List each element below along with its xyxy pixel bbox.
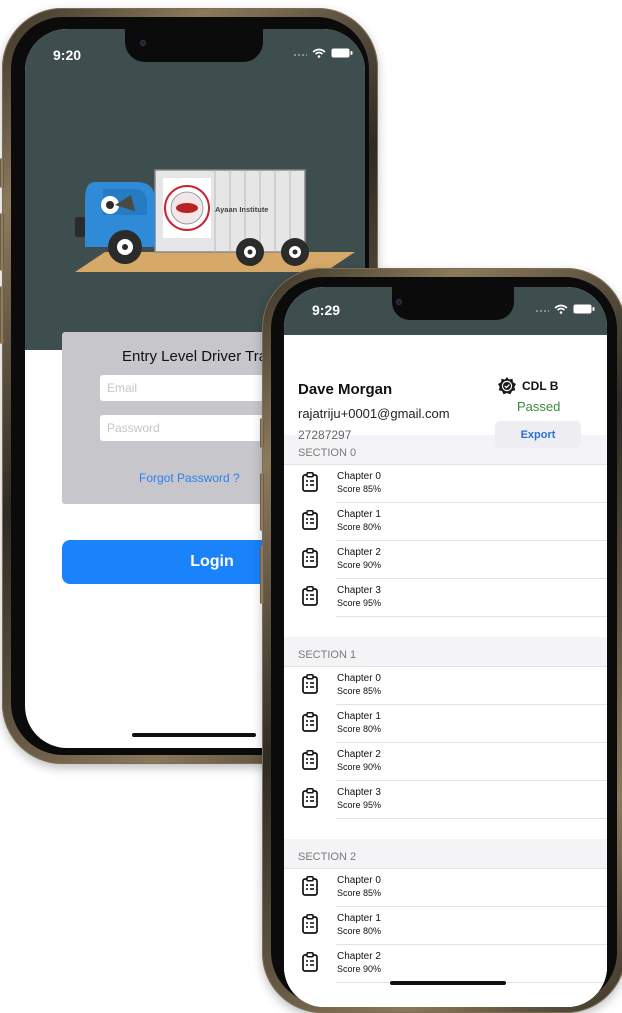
- clipboard-checklist-icon: [302, 876, 318, 901]
- chapter-name: Chapter 1: [337, 913, 381, 924]
- chapter-row[interactable]: Chapter 1 Score 80%: [284, 503, 607, 541]
- clipboard-checklist-icon: [302, 472, 318, 497]
- chapter-name: Chapter 0: [337, 875, 381, 886]
- section-divider: [284, 666, 607, 667]
- volume-down-button: [0, 286, 4, 344]
- chapter-score: Score 90%: [337, 762, 382, 772]
- chapter-score: Score 80%: [337, 926, 382, 936]
- chapter-score: Score 85%: [337, 888, 382, 898]
- chapter-score: Score 90%: [337, 560, 382, 570]
- chapter-name: Chapter 1: [337, 509, 381, 520]
- wifi-icon: [312, 48, 326, 58]
- mute-switch: [0, 158, 4, 188]
- chapter-row[interactable]: Chapter 2 Score 90%: [284, 743, 607, 781]
- chapter-score: Score 80%: [337, 724, 382, 734]
- status-time: 9:20: [53, 47, 82, 63]
- truck-illustration: Ayaan Institute: [75, 169, 355, 272]
- chapter-name: Chapter 3: [337, 787, 381, 798]
- cellular-signal-icon: [536, 310, 549, 312]
- certificate-badge-icon: [498, 377, 516, 395]
- clipboard-checklist-icon: [302, 750, 318, 775]
- clipboard-checklist-icon: [302, 548, 318, 573]
- section-divider: [284, 464, 607, 465]
- status-icons: [535, 304, 595, 314]
- home-indicator: [132, 733, 256, 737]
- row-divider: [336, 818, 607, 819]
- section-header: SECTION 1: [298, 649, 357, 661]
- chapter-row[interactable]: Chapter 2 Score 90%: [284, 945, 607, 983]
- cellular-signal-icon: [294, 54, 307, 56]
- front-camera: [396, 299, 402, 305]
- volume-down-button: [260, 546, 264, 604]
- license-status: Passed: [517, 399, 561, 414]
- chapter-score: Score 85%: [337, 484, 382, 494]
- chapter-row[interactable]: Chapter 3 Score 95%: [284, 579, 607, 617]
- export-button[interactable]: Export: [495, 421, 581, 448]
- user-name: Dave Morgan: [298, 381, 393, 398]
- section-header: SECTION 2: [298, 851, 357, 863]
- chapter-name: Chapter 0: [337, 471, 381, 482]
- chapter-row[interactable]: Chapter 0 Score 85%: [284, 869, 607, 907]
- phone-notch: [125, 29, 263, 62]
- truck-bumper: [75, 217, 85, 237]
- clipboard-checklist-icon: [302, 788, 318, 813]
- results-phone-frame: 9:29 SECTION 0 Chapter 0 Score 85% Chapter …: [260, 268, 622, 1013]
- chapter-score: Score 95%: [337, 598, 382, 608]
- clipboard-checklist-icon: [302, 510, 318, 535]
- clipboard-checklist-icon: [302, 674, 318, 699]
- chapter-name: Chapter 3: [337, 585, 381, 596]
- chapter-row[interactable]: Chapter 2 Score 90%: [284, 541, 607, 579]
- chapter-row[interactable]: Chapter 1 Score 80%: [284, 705, 607, 743]
- clipboard-checklist-icon: [302, 914, 318, 939]
- chapter-name: Chapter 0: [337, 673, 381, 684]
- section-divider: [284, 868, 607, 869]
- license-class: CDL B: [522, 379, 559, 393]
- forgot-password-link[interactable]: Forgot Password ?: [139, 471, 240, 485]
- license-badge: CDL B: [498, 377, 558, 395]
- chapter-score: Score 95%: [337, 800, 382, 810]
- clipboard-checklist-icon: [302, 586, 318, 611]
- chapter-row[interactable]: Chapter 0 Score 85%: [284, 465, 607, 503]
- user-id: 27287297: [298, 428, 352, 442]
- wifi-icon: [554, 304, 568, 314]
- chapter-score: Score 80%: [337, 522, 382, 532]
- truck-sign-text: Ayaan Institute: [215, 205, 268, 214]
- chapter-score: Score 85%: [337, 686, 382, 696]
- chapter-row[interactable]: Chapter 1 Score 80%: [284, 907, 607, 945]
- row-divider: [336, 616, 607, 617]
- mute-switch: [260, 418, 264, 448]
- volume-up-button: [260, 473, 264, 531]
- chapter-row[interactable]: Chapter 3 Score 95%: [284, 781, 607, 819]
- front-camera: [140, 40, 146, 46]
- battery-icon: [573, 304, 595, 314]
- clipboard-checklist-icon: [302, 712, 318, 737]
- chapter-name: Chapter 2: [337, 547, 381, 558]
- status-time: 9:29: [312, 302, 341, 318]
- home-indicator: [390, 981, 506, 985]
- results-screen: 9:29 SECTION 0 Chapter 0 Score 85% Chapter …: [284, 287, 607, 1007]
- volume-up-button: [0, 213, 4, 271]
- user-email: rajatriju+0001@gmail.com: [298, 406, 450, 421]
- section-header: SECTION 0: [298, 447, 357, 459]
- battery-icon: [331, 48, 353, 58]
- chapter-score: Score 90%: [337, 964, 382, 974]
- status-icons: [293, 48, 353, 58]
- clipboard-checklist-icon: [302, 952, 318, 977]
- phone-notch: [392, 287, 514, 320]
- chapter-name: Chapter 2: [337, 749, 381, 760]
- chapter-name: Chapter 1: [337, 711, 381, 722]
- chapter-name: Chapter 2: [337, 951, 381, 962]
- chapter-row[interactable]: Chapter 0 Score 85%: [284, 667, 607, 705]
